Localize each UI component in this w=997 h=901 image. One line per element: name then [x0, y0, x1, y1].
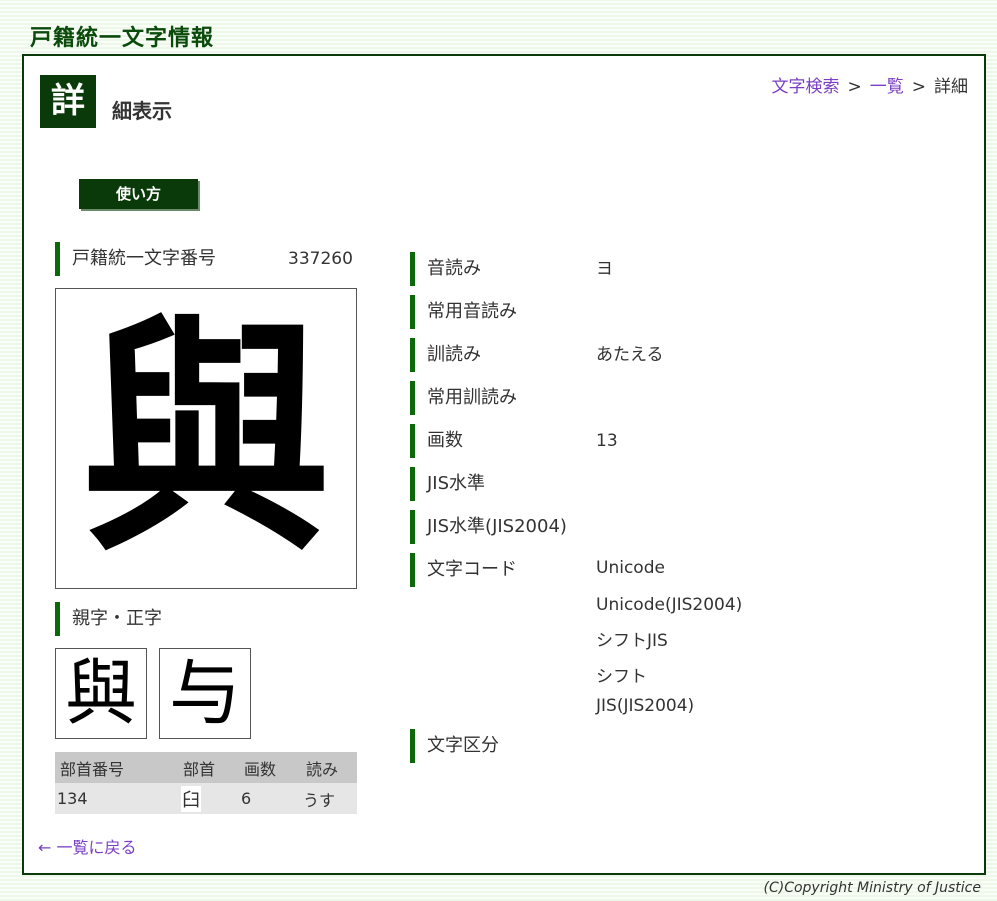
radical-number-header: 部首番号: [55, 752, 178, 783]
jis-level-2004-label: JIS水準(JIS2004): [410, 510, 567, 544]
breadcrumb-current: 詳細: [934, 77, 968, 97]
shift-jis-2004-value-line1: シフト: [596, 667, 647, 687]
radical-table: 部首番号 部首 画数 読み 134 臼 6 うす: [55, 752, 357, 814]
stroke-count-value: 13: [596, 431, 618, 451]
on-reading-value: ヨ: [596, 259, 613, 279]
shift-jis-2004-value-line2: JIS(JIS2004): [596, 696, 695, 716]
parent-char-glyph-1[interactable]: 與: [55, 648, 147, 739]
char-code-label: 文字コード: [410, 553, 517, 587]
shift-jis-value: シフトJIS: [596, 631, 668, 651]
unicode-2004-value: Unicode(JIS2004): [596, 595, 743, 615]
reading-header: 読み: [301, 752, 357, 783]
table-row: 134 臼 6 うす: [55, 783, 357, 814]
kun-reading-value: あたえる: [596, 345, 664, 365]
jis-level-label: JIS水準: [410, 467, 485, 501]
detail-panel: 詳 細表示 文字検索 > 一覧 > 詳細 使い方 戸籍統一文字番号 337260 與 親…: [22, 54, 986, 875]
joyo-kun-reading-label: 常用訓読み: [410, 381, 517, 415]
stroke-count-label: 画数: [410, 424, 463, 458]
usage-button[interactable]: 使い方: [79, 179, 198, 209]
back-to-list-link[interactable]: ← 一覧に戻る: [38, 834, 137, 858]
parent-char-glyph-2[interactable]: 与: [159, 648, 251, 739]
char-category-label: 文字区分: [410, 729, 499, 763]
char-number-label: 戸籍統一文字番号: [55, 242, 216, 276]
radical-number-cell: 134: [55, 783, 178, 814]
site-title: 戸籍統一文字情報: [30, 26, 215, 51]
page-title: 細表示: [112, 99, 172, 123]
parent-chars-label: 親字・正字: [55, 602, 162, 636]
breadcrumb: 文字検索 > 一覧 > 詳細: [772, 72, 969, 97]
joyo-on-reading-label: 常用音読み: [410, 295, 517, 329]
stroke-count-cell: 6: [239, 783, 301, 814]
radical-table-header-row: 部首番号 部首 画数 読み: [55, 752, 357, 783]
breadcrumb-list-link[interactable]: 一覧: [870, 77, 904, 97]
unicode-value: Unicode: [596, 558, 665, 578]
character-glyph-image: 與: [55, 288, 357, 589]
radical-cell: 臼: [178, 783, 239, 814]
radical-header: 部首: [178, 752, 239, 783]
stroke-count-header: 画数: [239, 752, 301, 783]
breadcrumb-separator: >: [911, 77, 926, 97]
detail-badge: 詳: [40, 75, 96, 128]
breadcrumb-search-link[interactable]: 文字検索: [772, 77, 840, 97]
on-reading-label: 音読み: [410, 252, 481, 286]
char-number-value: 337260: [288, 249, 353, 269]
copyright: (C)Copyright Ministry of Justice: [763, 880, 982, 896]
kun-reading-label: 訓読み: [410, 338, 481, 372]
radical-glyph: 臼: [181, 785, 201, 812]
breadcrumb-separator: >: [847, 77, 862, 97]
reading-cell: うす: [301, 783, 357, 814]
